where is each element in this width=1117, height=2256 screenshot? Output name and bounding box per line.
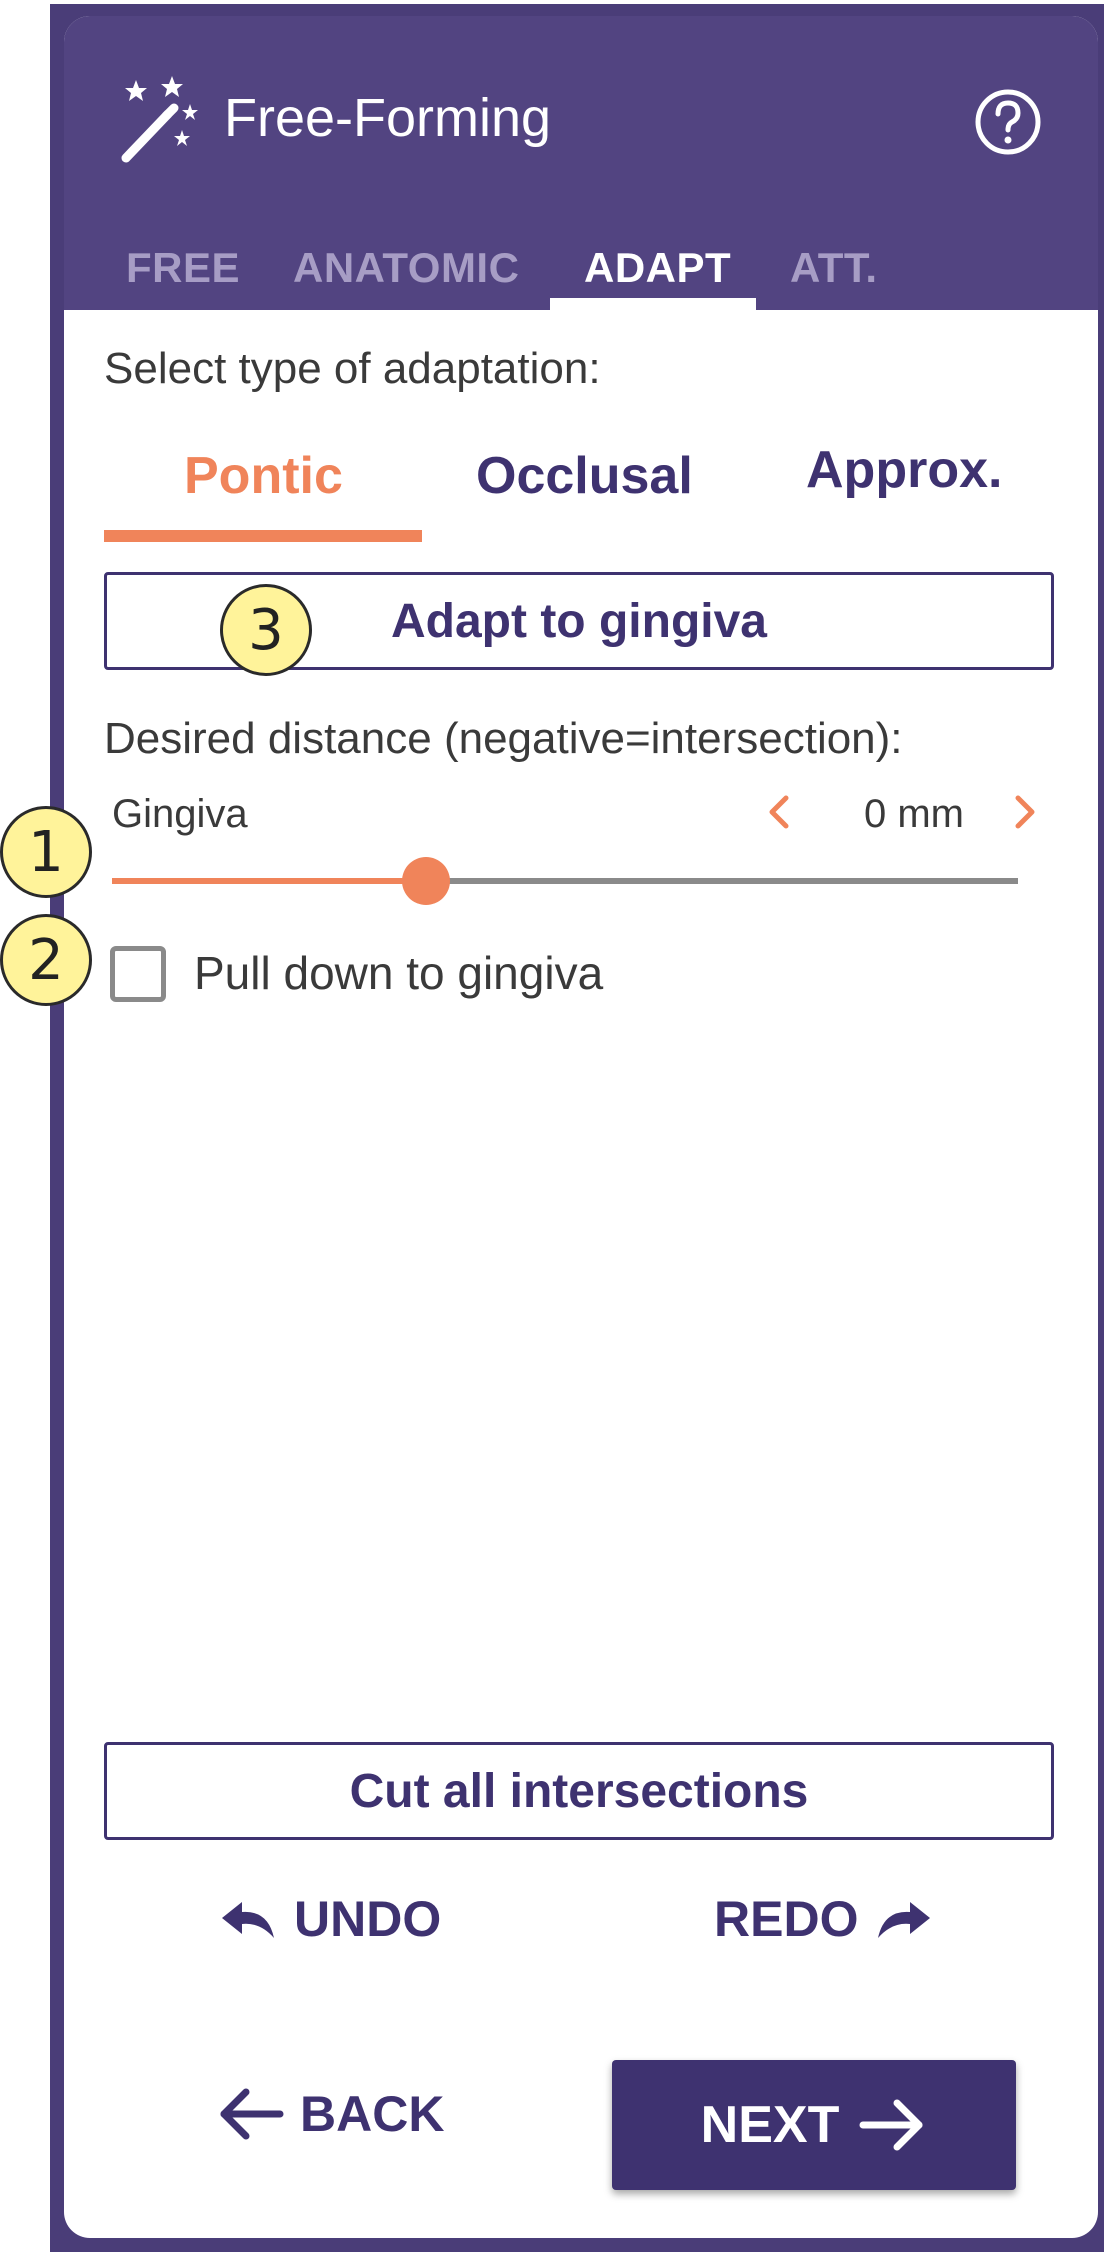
tab-adapt[interactable]: ADAPT — [584, 244, 731, 292]
active-subtab-indicator — [104, 530, 422, 542]
back-button[interactable]: BACK — [216, 2084, 444, 2144]
pull-down-label[interactable]: Pull down to gingiva — [194, 946, 603, 1000]
next-button[interactable]: NEXT — [612, 2060, 1016, 2190]
annotation-badge-3: 3 — [220, 584, 312, 676]
subtab-approx[interactable]: Approx. — [806, 440, 1002, 500]
undo-label: UNDO — [294, 1891, 442, 1947]
back-label: BACK — [300, 2086, 445, 2142]
tab-att[interactable]: ATT. — [790, 244, 878, 292]
annotation-badge-1: 1 — [0, 806, 92, 898]
cut-all-intersections-button[interactable]: Cut all intersections — [104, 1742, 1054, 1840]
tab-anatomic[interactable]: ANATOMIC — [293, 244, 519, 292]
redo-icon — [878, 1902, 931, 1938]
chevron-right-icon[interactable] — [1004, 784, 1044, 840]
undo-icon — [222, 1902, 274, 1938]
subtab-pontic[interactable]: Pontic — [184, 446, 343, 506]
annotation-badge-2: 2 — [0, 914, 92, 1006]
slider-fill — [112, 878, 427, 884]
adaptation-type-label: Select type of adaptation: — [104, 344, 601, 393]
free-forming-panel: Free-Forming FREE ANATOMIC ADAPT ATT. Se… — [64, 16, 1098, 2238]
distance-value: 0 mm — [864, 792, 964, 836]
mode-tabs: FREE ANATOMIC ADAPT ATT. — [64, 226, 1098, 310]
slider-thumb[interactable] — [402, 857, 451, 905]
panel-title: Free-Forming — [224, 88, 552, 148]
gingiva-slider-label: Gingiva — [112, 792, 248, 836]
magic-wand-icon — [121, 76, 198, 163]
distance-slider[interactable] — [112, 856, 1018, 908]
undo-button[interactable]: UNDO — [216, 1890, 441, 1948]
arrow-left-icon — [220, 2088, 284, 2140]
desired-distance-label: Desired distance (negative=intersection)… — [104, 714, 903, 763]
subtab-occlusal[interactable]: Occlusal — [476, 446, 693, 506]
arrow-right-icon — [859, 2099, 923, 2151]
chevron-left-icon[interactable] — [760, 784, 800, 840]
redo-label: REDO — [714, 1891, 859, 1947]
panel-header: Free-Forming FREE ANATOMIC ADAPT ATT. — [64, 16, 1098, 310]
help-circle-icon[interactable] — [974, 88, 1042, 156]
active-tab-indicator — [550, 298, 756, 310]
pull-down-checkbox[interactable] — [110, 946, 166, 1002]
next-label: NEXT — [700, 2096, 840, 2154]
redo-button[interactable]: REDO — [714, 1890, 936, 1948]
tab-free[interactable]: FREE — [126, 244, 240, 292]
